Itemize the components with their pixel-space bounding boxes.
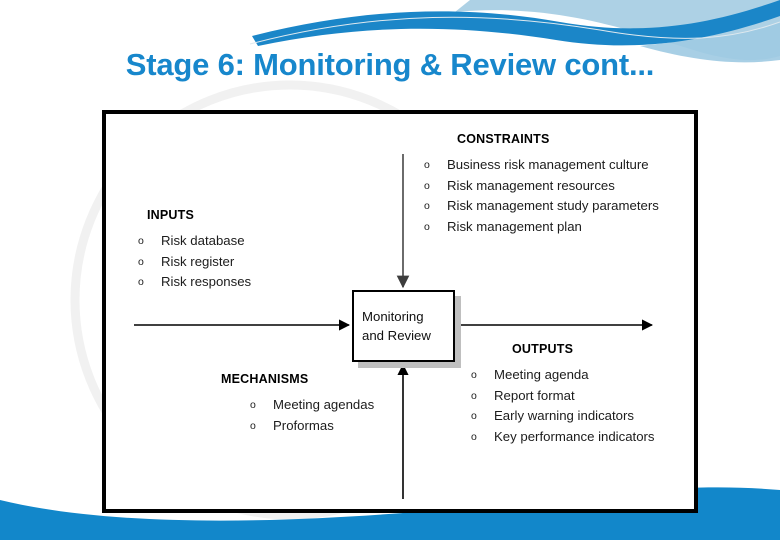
bullet-icon: o <box>138 235 144 247</box>
list-item-label: Risk database <box>161 233 245 248</box>
section-inputs: INPUTS o Risk database o Risk register o Ri… <box>138 208 251 293</box>
list-item-label: Meeting agenda <box>494 367 589 382</box>
bullet-icon: o <box>424 200 430 212</box>
bullet-icon: o <box>138 276 144 288</box>
slide-canvas: Stage 6: Monitoring & Review cont... Mon… <box>0 0 780 540</box>
section-outputs: OUTPUTS o Meeting agenda o Report format o… <box>471 342 655 447</box>
section-mechanisms-list: o Meeting agendas o Proformas <box>221 395 374 436</box>
bullet-icon: o <box>250 399 256 411</box>
list-item: o Key performance indicators <box>471 427 655 448</box>
bullet-icon: o <box>424 220 430 233</box>
bullet-icon: o <box>424 159 430 171</box>
process-box: Monitoring and Review <box>352 290 455 362</box>
top-wave-hairline-icon <box>249 16 780 45</box>
list-item: o Meeting agendas <box>221 395 374 416</box>
section-constraints-list: o Business risk management culture o Risk … <box>424 155 659 237</box>
bullet-icon: o <box>471 430 477 443</box>
list-item-label: Risk management plan <box>447 218 582 234</box>
list-item: o Meeting agenda <box>471 365 655 386</box>
list-item: o Business risk management culture <box>424 155 659 176</box>
list-item-label: Meeting agendas <box>273 397 375 412</box>
process-box-line-1: Monitoring <box>362 309 424 324</box>
list-item-label: Risk management resources <box>447 177 615 193</box>
list-item: o Proformas <box>221 416 374 437</box>
bullet-icon: o <box>471 369 477 381</box>
bullet-icon: o <box>138 255 144 268</box>
top-wave-dark-icon <box>252 0 780 46</box>
page-title: Stage 6: Monitoring & Review cont... <box>125 47 655 82</box>
list-item: o Report format <box>471 386 655 407</box>
section-mechanisms: MECHANISMS o Meeting agendas o Proformas <box>221 372 374 436</box>
list-item-label: Key performance indicators <box>494 428 655 444</box>
section-mechanisms-heading: MECHANISMS <box>221 372 309 386</box>
list-item: o Early warning indicators <box>471 406 655 427</box>
bullet-icon: o <box>424 179 430 192</box>
section-inputs-list: o Risk database o Risk register o Risk resp… <box>138 231 251 293</box>
list-item: o Risk database <box>138 231 251 252</box>
section-outputs-list: o Meeting agenda o Report format o Early wa… <box>471 365 655 447</box>
bullet-icon: o <box>471 410 477 422</box>
list-item-label: Early warning indicators <box>494 408 634 423</box>
bullet-icon: o <box>471 389 477 402</box>
list-item-label: Risk register <box>161 253 235 269</box>
list-item-label: Report format <box>494 387 575 403</box>
section-inputs-heading: INPUTS <box>147 208 195 222</box>
section-outputs-heading: OUTPUTS <box>512 342 574 356</box>
list-item: o Risk management plan <box>424 217 659 238</box>
bullet-icon: o <box>250 419 256 432</box>
process-box-line-2: and Review <box>362 328 431 343</box>
list-item-label: Risk responses <box>161 274 252 289</box>
section-constraints-heading: CONSTRAINTS <box>457 132 550 146</box>
list-item: o Risk management resources <box>424 176 659 197</box>
idef0-diagram-frame: Monitoring and Review CONSTRAINTS o Busin… <box>102 110 698 513</box>
list-item-label: Proformas <box>273 417 334 433</box>
list-item: o Risk register <box>138 252 251 273</box>
list-item-label: Business risk management culture <box>447 157 649 172</box>
section-constraints: CONSTRAINTS o Business risk management cu… <box>424 132 659 237</box>
list-item: o Risk responses <box>138 272 251 293</box>
list-item-label: Risk management study parameters <box>447 198 659 213</box>
list-item: o Risk management study parameters <box>424 196 659 217</box>
